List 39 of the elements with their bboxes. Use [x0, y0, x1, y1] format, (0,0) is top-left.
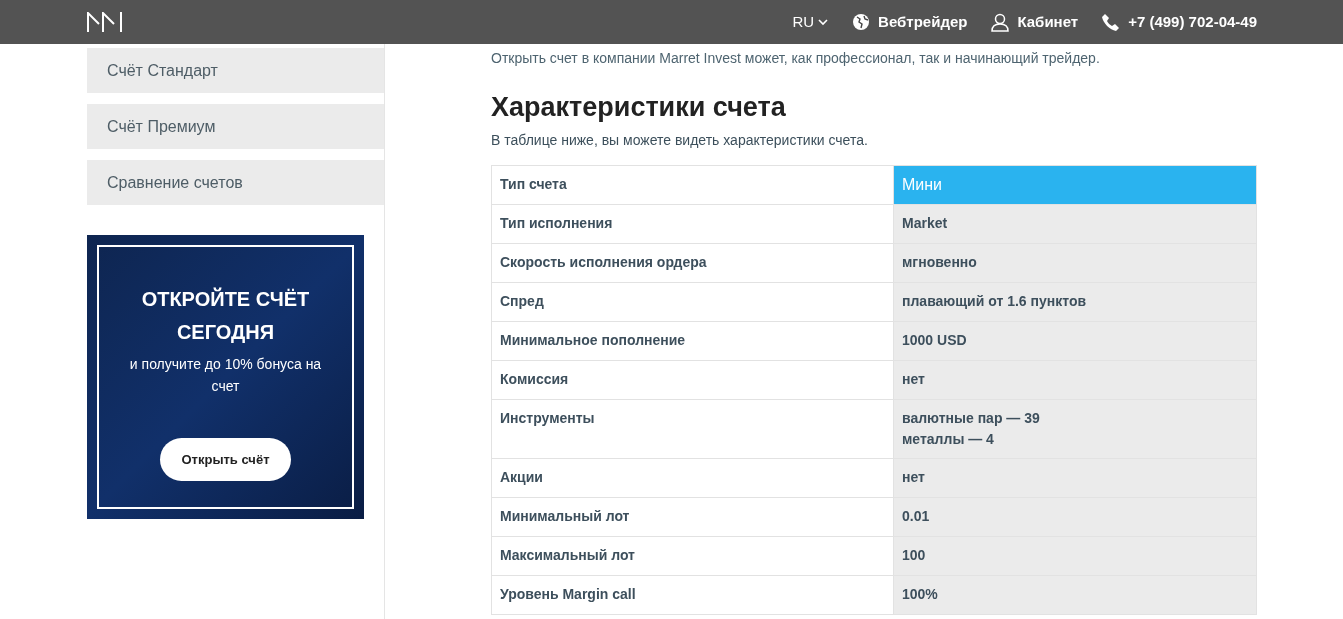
table-cell: Инструменты [491, 399, 894, 458]
table-cell: 100 [893, 536, 1257, 575]
header-link[interactable]: +7 (499) 702-04-49 [1128, 10, 1257, 34]
globe-icon [852, 12, 871, 32]
intro-text: Открыть счет в компании Marret Invest может, как профессионал, так и начинающий трейдер. [491, 49, 1101, 68]
table-cell: Спред [491, 282, 894, 321]
table-cell: Минимальный лот [491, 497, 894, 536]
promo-title: ОТКРОЙТЕ СЧЁТ СЕГОДНЯ [140, 286, 311, 345]
table-cell: нет [893, 360, 1257, 399]
table-cell: 100% [893, 575, 1257, 614]
table-cell: Уровень Margin call [491, 575, 894, 614]
sidebar-item[interactable]: Сравнение счетов [87, 160, 384, 205]
table-cell: валютные пар — 39 металлы — 4 [893, 399, 1257, 458]
header-link[interactable]: Вебтрейдер [878, 10, 968, 34]
table-cell: Максимальный лот [491, 536, 894, 575]
table-cell: Тип исполнения [491, 204, 894, 243]
header-link[interactable]: Кабинет [1017, 10, 1079, 34]
chevron-down-icon [818, 18, 829, 26]
open-account-button[interactable]: Открыть счёт [160, 438, 291, 481]
table-cell: Скорость исполнения ордера [491, 243, 894, 282]
table-cell: мгновенно [893, 243, 1257, 282]
table-cell: Market [893, 204, 1257, 243]
user-icon [991, 12, 1010, 32]
table-header-cell: Мини [893, 165, 1257, 204]
table-cell: нет [893, 458, 1257, 497]
table-cell: Акции [491, 458, 894, 497]
section-subtitle: В таблице ниже, вы можете видеть характеристики счета. [491, 130, 869, 150]
table-cell: Минимальное пополнение [491, 321, 894, 360]
language-dropdown[interactable]: RU [792, 10, 829, 34]
promo-text: и получите до 10% бонуса на счет [128, 355, 323, 396]
table-cell: 0.01 [893, 497, 1257, 536]
table-cell: плавающий от 1.6 пунктов [893, 282, 1257, 321]
table-cell: 1000 USD [893, 321, 1257, 360]
phone-icon [1102, 12, 1121, 32]
sidebar-item[interactable]: Счёт Стандарт [87, 48, 384, 93]
sidebar-item[interactable]: Счёт Премиум [87, 104, 384, 149]
table-header-cell: Тип счета [491, 165, 894, 204]
table-cell: Комиссия [491, 360, 894, 399]
section-title: Характеристики счета [491, 91, 787, 124]
